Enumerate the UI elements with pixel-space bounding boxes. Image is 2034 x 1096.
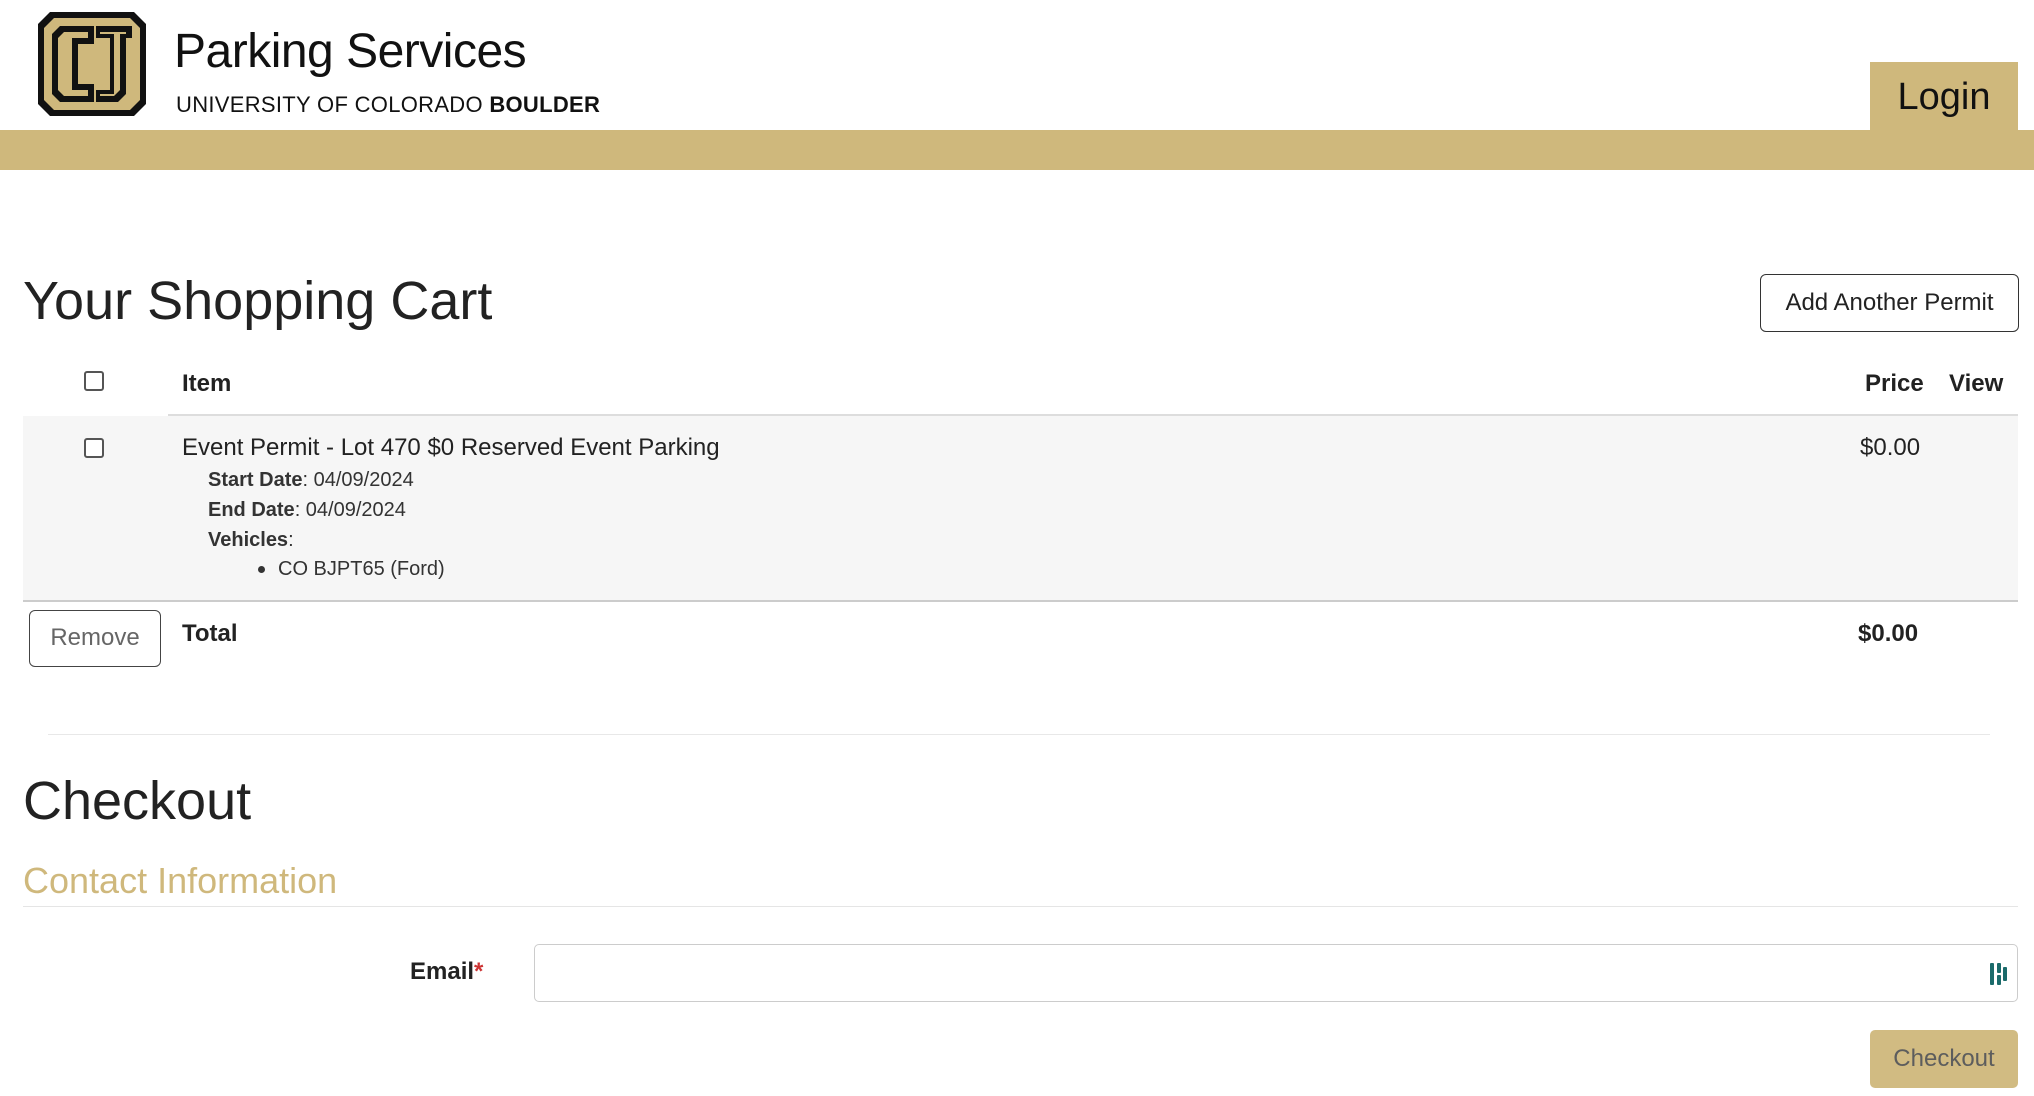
checkout-title: Checkout [23,771,252,831]
site-header: Parking Services UNIVERSITY OF COLORADO … [0,0,2034,170]
add-another-permit-button[interactable]: Add Another Permit [1760,274,2019,332]
email-label-text: Email [410,958,475,985]
total-label: Total [182,620,238,647]
total-value: $0.00 [1858,620,1919,647]
select-all-checkbox[interactable] [84,371,104,391]
start-date-value: : 04/09/2024 [302,469,414,491]
column-header-view: View [1949,370,2004,397]
checkout-button[interactable]: Checkout [1870,1030,2018,1088]
end-date-value: : 04/09/2024 [294,499,406,521]
subtitle-bold: BOULDER [489,92,601,117]
column-header-price: Price [1865,370,1924,397]
end-date: End Date: 04/09/2024 [208,499,406,522]
site-subtitle: UNIVERSITY OF COLORADO BOULDER [176,92,600,118]
cu-logo-icon[interactable] [34,8,150,120]
vehicles-label: Vehicles [208,529,289,551]
contact-heading-divider [23,906,2018,907]
email-field[interactable] [534,944,2018,1002]
start-date-label: Start Date [208,469,303,491]
site-title[interactable]: Parking Services [174,24,527,79]
remove-button[interactable]: Remove [29,610,161,667]
row-select-checkbox[interactable] [84,438,104,458]
vehicles: Vehicles: [208,529,294,552]
email-label: Email* [410,958,483,986]
contact-information-heading: Contact Information [23,860,338,901]
bullet-icon [258,566,265,573]
column-header-item: Item [182,370,232,397]
table-row-divider [23,600,2018,602]
header-gold-bar [0,130,2034,170]
item-name: Event Permit - Lot 470 $0 Reserved Event… [182,434,720,461]
required-marker: * [474,958,484,985]
section-divider [48,734,1990,735]
item-price: $0.00 [1860,434,1921,461]
start-date: Start Date: 04/09/2024 [208,469,414,492]
vehicles-colon: : [288,529,294,551]
cart-title: Your Shopping Cart [23,271,493,331]
end-date-label: End Date [208,499,295,521]
subtitle-prefix: UNIVERSITY OF COLORADO [176,92,490,117]
login-button[interactable]: Login [1870,62,2018,132]
password-manager-icon[interactable] [1987,961,2009,987]
vehicle-list-item: CO BJPT65 (Ford) [278,558,445,580]
